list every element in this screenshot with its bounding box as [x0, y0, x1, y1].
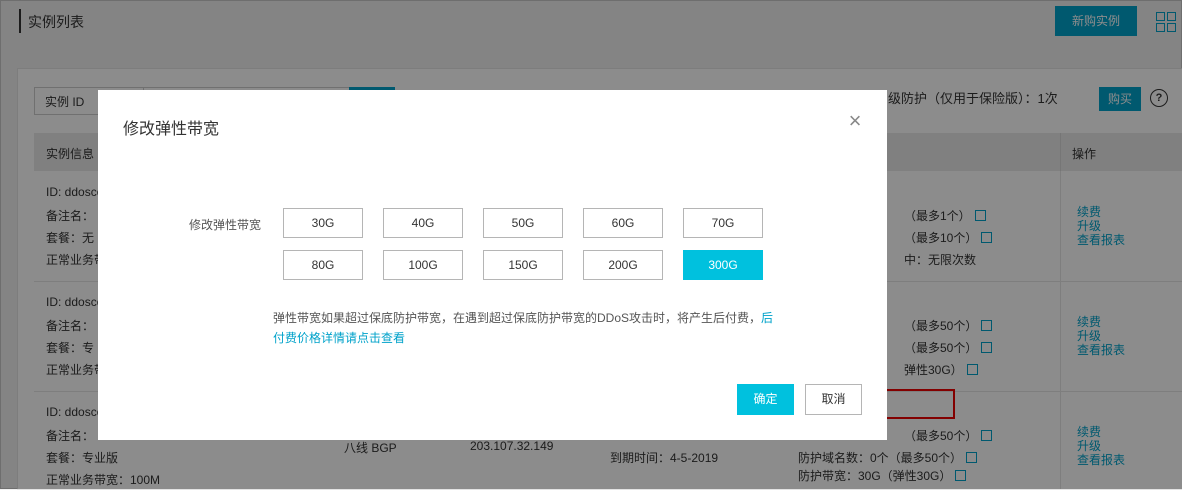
bandwidth-option-100g[interactable]: 100G	[383, 250, 463, 280]
bandwidth-field-label: 修改弹性带宽	[189, 218, 262, 232]
bandwidth-option-300g-selected[interactable]: 300G	[683, 250, 763, 280]
bandwidth-option-80g[interactable]: 80G	[283, 250, 363, 280]
bandwidth-option-70g[interactable]: 70G	[683, 208, 763, 238]
bandwidth-option-200g[interactable]: 200G	[583, 250, 663, 280]
bandwidth-option-40g[interactable]: 40G	[383, 208, 463, 238]
close-icon[interactable]: ×	[846, 110, 864, 132]
note-text: 弹性带宽如果超过保底防护带宽，在遇到超过保底防护带宽的DDoS攻击时，将产生后付…	[273, 311, 762, 325]
bandwidth-option-150g[interactable]: 150G	[483, 250, 563, 280]
bandwidth-option-50g[interactable]: 50G	[483, 208, 563, 238]
pricing-link-cont[interactable]: 付费价格详情请点击查看	[273, 331, 405, 345]
bandwidth-option-60g[interactable]: 60G	[583, 208, 663, 238]
pricing-link[interactable]: 后	[761, 311, 773, 325]
dialog-title: 修改弹性带宽	[123, 121, 220, 138]
bandwidth-note: 弹性带宽如果超过保底防护带宽，在遇到超过保底防护带宽的DDoS攻击时，将产生后付…	[273, 308, 803, 348]
cancel-button[interactable]: 取消	[805, 384, 862, 415]
confirm-button[interactable]: 确定	[737, 384, 794, 415]
modify-bandwidth-dialog: 修改弹性带宽 × 修改弹性带宽 30G 40G 50G 60G 70G 80G …	[98, 90, 887, 440]
bandwidth-option-30g[interactable]: 30G	[283, 208, 363, 238]
